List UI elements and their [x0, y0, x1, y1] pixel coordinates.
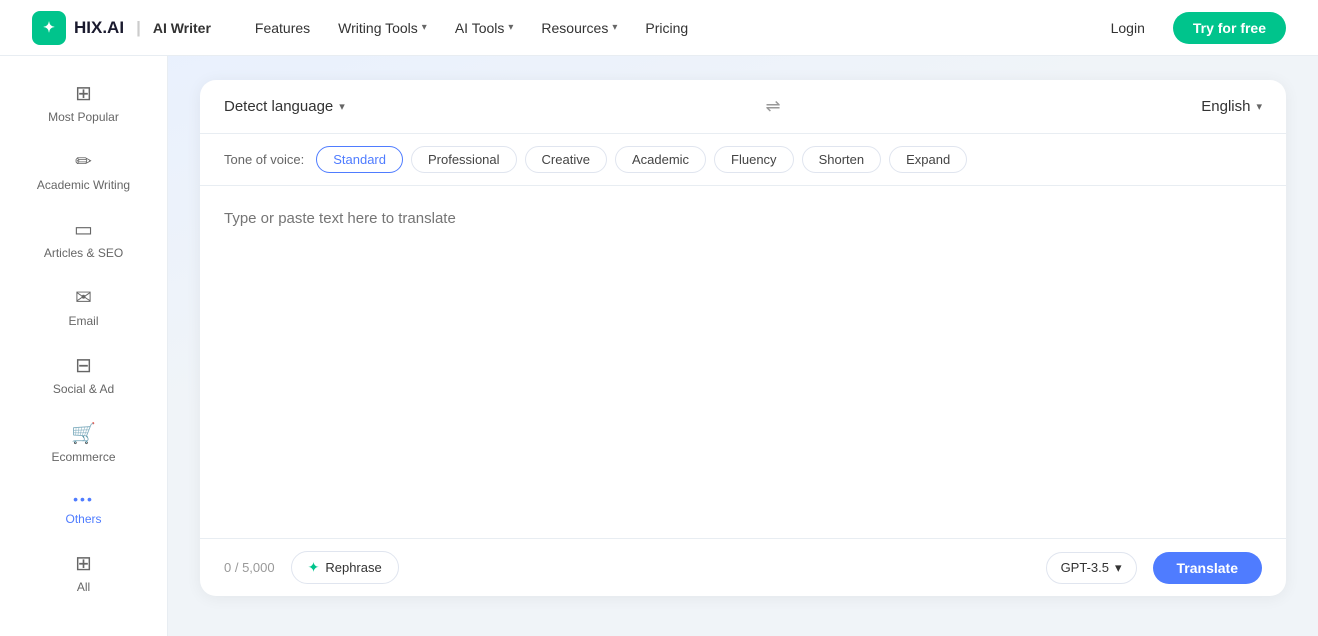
sidebar-label: Social & Ad — [53, 382, 114, 396]
nav-left: ✦ HIX.AI | AI Writer Features Writing To… — [32, 11, 700, 45]
source-language-selector[interactable]: Detect language ▾ — [224, 98, 345, 115]
main-content: Detect language ▾ ⇌ English ▾ Tone of vo… — [168, 56, 1318, 636]
sidebar-item-email[interactable]: ✉ Email — [8, 276, 159, 340]
sidebar-item-articles-seo[interactable]: ▭ Articles & SEO — [8, 208, 159, 272]
nav-resources[interactable]: Resources ▾ — [529, 14, 629, 42]
chevron-down-icon: ▾ — [612, 22, 617, 33]
sidebar-item-all[interactable]: ⊞ All — [8, 542, 159, 606]
page: ⊞ Most Popular ✏ Academic Writing ▭ Arti… — [0, 56, 1318, 636]
char-count: 0 / 5,000 — [224, 560, 275, 575]
sidebar-item-others[interactable]: ••• Others — [8, 480, 159, 538]
chevron-down-icon: ▾ — [508, 22, 513, 33]
rephrase-label: Rephrase — [325, 560, 381, 575]
tone-bar: Tone of voice: Standard Professional Cre… — [200, 134, 1286, 186]
email-icon: ✉ — [75, 288, 92, 308]
chevron-down-icon: ▾ — [1256, 100, 1262, 113]
nav-writing-tools[interactable]: Writing Tools ▾ — [326, 14, 439, 42]
sidebar-label: Email — [68, 314, 98, 328]
translate-input[interactable] — [224, 210, 1262, 510]
grid-icon: ⊞ — [75, 84, 92, 104]
login-button[interactable]: Login — [1095, 13, 1161, 43]
navbar: ✦ HIX.AI | AI Writer Features Writing To… — [0, 0, 1318, 56]
nav-features[interactable]: Features — [243, 14, 322, 42]
chevron-down-icon: ▾ — [422, 22, 427, 33]
tone-professional[interactable]: Professional — [411, 146, 517, 173]
logo: ✦ HIX.AI | AI Writer — [32, 11, 211, 45]
source-language-label: Detect language — [224, 98, 333, 115]
target-language-label: English — [1201, 98, 1250, 115]
sidebar-label: Ecommerce — [51, 450, 115, 464]
swap-icon: ⇌ — [765, 96, 780, 117]
rephrase-button[interactable]: ✦ Rephrase — [291, 551, 399, 584]
tone-creative[interactable]: Creative — [525, 146, 607, 173]
language-bar: Detect language ▾ ⇌ English ▾ — [200, 80, 1286, 134]
logo-divider: | — [136, 18, 141, 38]
logo-subtitle: AI Writer — [153, 20, 211, 36]
nav-links: Features Writing Tools ▾ AI Tools ▾ Reso… — [243, 14, 700, 42]
pencil-icon: ✏ — [75, 152, 92, 172]
sidebar-label: All — [77, 580, 90, 594]
sidebar-item-most-popular[interactable]: ⊞ Most Popular — [8, 72, 159, 136]
tone-expand[interactable]: Expand — [889, 146, 967, 173]
nav-ai-tools[interactable]: AI Tools ▾ — [443, 14, 526, 42]
bottom-bar: 0 / 5,000 ✦ Rephrase GPT-3.5 ▾ Translate — [200, 538, 1286, 596]
sidebar-item-academic-writing[interactable]: ✏ Academic Writing — [8, 140, 159, 204]
all-grid-icon: ⊞ — [75, 554, 92, 574]
gpt-label: GPT-3.5 — [1061, 560, 1109, 575]
document-icon: ▭ — [74, 220, 93, 240]
dots-icon: ••• — [73, 492, 94, 506]
nav-pricing[interactable]: Pricing — [633, 14, 700, 42]
logo-icon: ✦ — [32, 11, 66, 45]
tone-academic[interactable]: Academic — [615, 146, 706, 173]
gpt-selector[interactable]: GPT-3.5 ▾ — [1046, 552, 1137, 584]
try-free-button[interactable]: Try for free — [1173, 12, 1286, 44]
sidebar-label: Academic Writing — [37, 178, 130, 192]
cart-icon: 🛒 — [71, 424, 96, 444]
sidebar: ⊞ Most Popular ✏ Academic Writing ▭ Arti… — [0, 56, 168, 636]
tone-standard[interactable]: Standard — [316, 146, 403, 173]
sidebar-label: Articles & SEO — [44, 246, 123, 260]
sidebar-item-social-ad[interactable]: ⊟ Social & Ad — [8, 344, 159, 408]
logo-text: HIX.AI — [74, 18, 124, 38]
tone-buttons: Standard Professional Creative Academic … — [316, 146, 967, 173]
target-language-selector[interactable]: English ▾ — [1201, 98, 1262, 115]
monitor-icon: ⊟ — [75, 356, 92, 376]
translator-card: Detect language ▾ ⇌ English ▾ Tone of vo… — [200, 80, 1286, 596]
sidebar-item-ecommerce[interactable]: 🛒 Ecommerce — [8, 412, 159, 476]
translate-button[interactable]: Translate — [1153, 552, 1262, 584]
tone-label: Tone of voice: — [224, 152, 304, 167]
swap-languages-button[interactable]: ⇌ — [345, 96, 1201, 117]
text-input-area[interactable] — [200, 186, 1286, 538]
nav-right: Login Try for free — [1095, 12, 1286, 44]
chevron-down-icon: ▾ — [1115, 560, 1122, 576]
tone-shorten[interactable]: Shorten — [802, 146, 882, 173]
tone-fluency[interactable]: Fluency — [714, 146, 794, 173]
sidebar-label: Most Popular — [48, 110, 119, 124]
sparkle-icon: ✦ — [308, 559, 320, 576]
sidebar-label: Others — [65, 512, 101, 526]
